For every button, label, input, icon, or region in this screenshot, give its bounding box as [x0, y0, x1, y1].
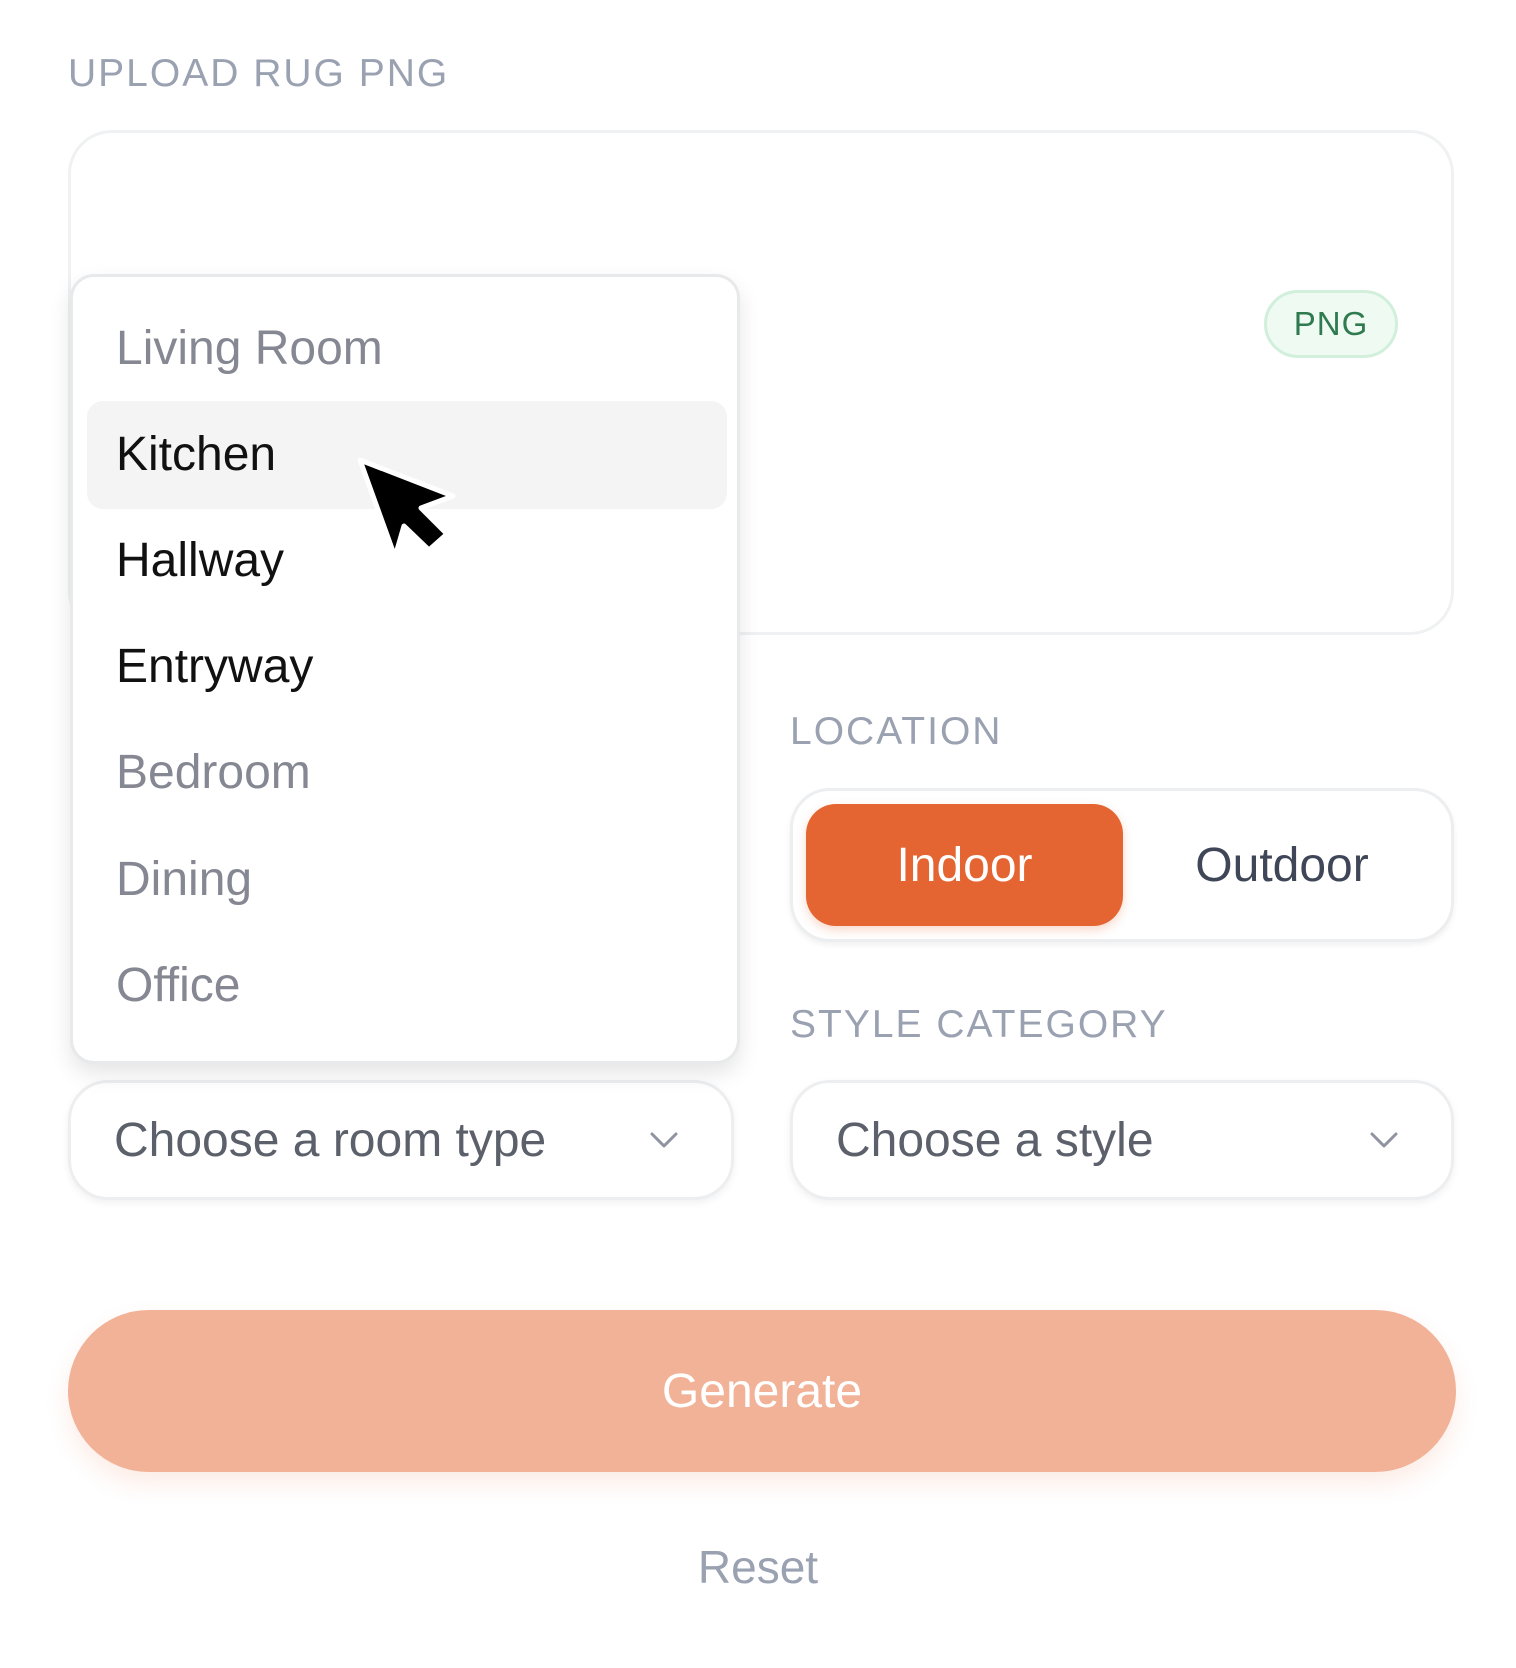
mouse-pointer-icon	[358, 458, 456, 558]
option-label: Entryway	[116, 640, 314, 693]
file-type-badge: PNG	[1264, 290, 1398, 358]
chevron-down-icon	[1370, 1132, 1398, 1148]
room-type-dropdown-menu: Living Room Kitchen Hallway Entryway Bed…	[70, 274, 740, 1064]
option-label: Office	[116, 959, 241, 1012]
reset-button[interactable]: Reset	[0, 1540, 1516, 1594]
location-indoor-button[interactable]: Indoor	[806, 804, 1123, 926]
style-category-select[interactable]: Choose a style	[790, 1080, 1454, 1200]
location-toggle: Indoor Outdoor	[790, 788, 1454, 942]
room-option-living-room[interactable]: Living Room	[87, 295, 727, 403]
generate-button[interactable]: Generate	[68, 1310, 1456, 1472]
room-type-placeholder: Choose a room type	[114, 1114, 547, 1167]
option-label: Bedroom	[116, 746, 311, 799]
room-option-bedroom[interactable]: Bedroom	[87, 719, 727, 827]
chevron-down-icon	[650, 1132, 678, 1148]
option-label: Kitchen	[116, 428, 277, 481]
room-option-office[interactable]: Office	[87, 932, 727, 1040]
option-label: Living Room	[116, 322, 383, 375]
room-option-entryway[interactable]: Entryway	[87, 613, 727, 721]
room-option-dining[interactable]: Dining	[87, 826, 727, 934]
style-category-label: STYLE CATEGORY	[790, 1003, 1168, 1046]
option-label: Hallway	[116, 534, 285, 587]
upload-section-label: UPLOAD RUG PNG	[68, 52, 450, 95]
location-outdoor-button[interactable]: Outdoor	[1123, 804, 1441, 926]
style-placeholder: Choose a style	[836, 1114, 1154, 1167]
room-type-select[interactable]: Choose a room type	[68, 1080, 734, 1200]
option-label: Dining	[116, 853, 253, 906]
location-section-label: LOCATION	[790, 710, 1003, 753]
